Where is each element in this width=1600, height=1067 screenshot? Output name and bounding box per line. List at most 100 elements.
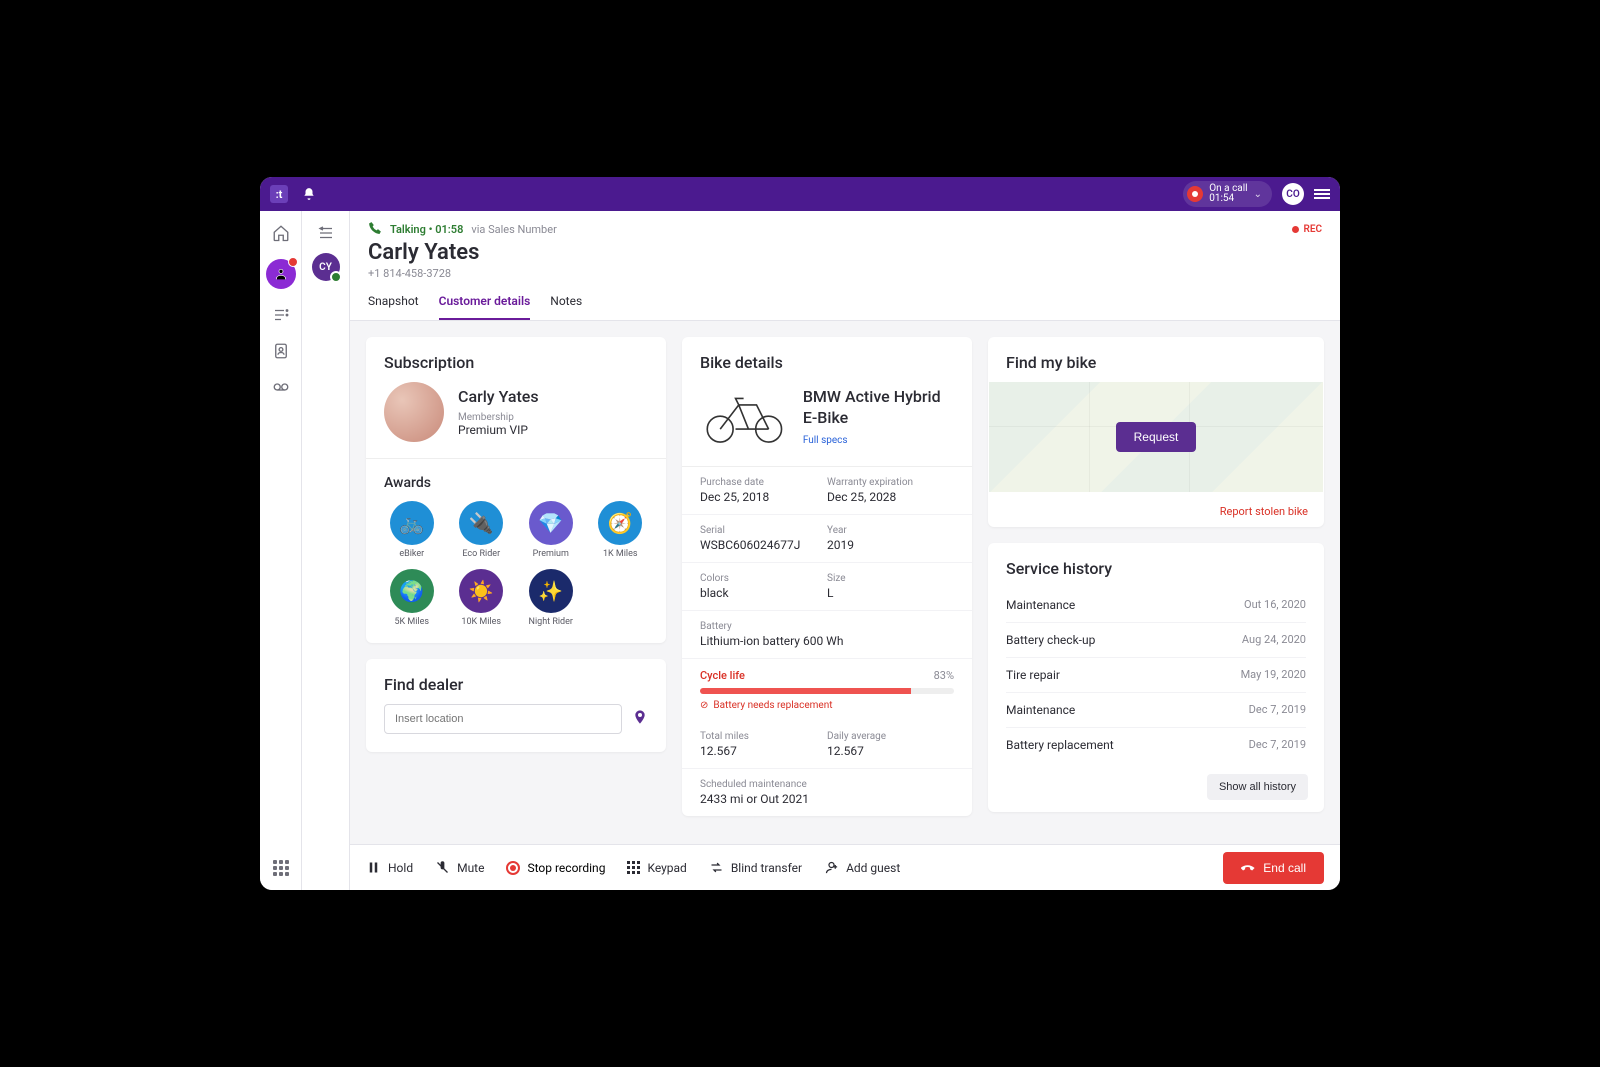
bike-model: BMW Active Hybrid E-Bike — [803, 387, 954, 429]
call-status-chip[interactable]: On a call 01:54 ⌄ — [1183, 181, 1272, 207]
end-call-button[interactable]: End call — [1223, 852, 1324, 884]
thread-contact-avatar[interactable]: CY — [312, 253, 340, 281]
notification-badge — [288, 257, 298, 267]
customer-photo — [384, 382, 444, 442]
total-miles-value: 12.567 — [700, 744, 827, 758]
scheduled-maintenance-label: Scheduled maintenance — [700, 779, 954, 790]
nav-rail — [260, 211, 302, 890]
history-date: Dec 7, 2019 — [1249, 738, 1306, 752]
history-name: Maintenance — [1006, 703, 1075, 717]
award-icon: 🔌 — [459, 501, 503, 545]
request-location-button[interactable]: Request — [1116, 422, 1197, 452]
history-date: Dec 7, 2019 — [1249, 703, 1306, 717]
history-item[interactable]: MaintenanceOut 16, 2020 — [1006, 588, 1306, 623]
cycle-life-percent: 83% — [934, 669, 954, 682]
panel-toggle-icon[interactable] — [1314, 186, 1330, 202]
award-item: 💎Premium — [519, 501, 583, 559]
award-label: eBiker — [399, 549, 424, 559]
size-value: L — [827, 586, 954, 600]
daily-avg-value: 12.567 — [827, 744, 954, 758]
dealer-location-input[interactable] — [384, 704, 622, 734]
tabs: Snapshot Customer details Notes — [368, 294, 1322, 320]
keypad-icon — [627, 861, 640, 874]
award-label: Night Rider — [529, 617, 573, 627]
award-label: 1K Miles — [603, 549, 638, 559]
map-preview: Request — [989, 382, 1323, 492]
blind-transfer-button[interactable]: Blind transfer — [709, 860, 802, 875]
user-avatar[interactable]: CO — [1282, 183, 1304, 205]
call-status-text: Talking — [390, 223, 426, 236]
bike-details-card: Bike details BMW Active Hybrid E-Bike Fu… — [682, 337, 972, 816]
award-icon: ☀️ — [459, 569, 503, 613]
nav-apps-icon[interactable] — [273, 860, 289, 876]
add-guest-button[interactable]: Add guest — [824, 860, 900, 875]
nav-agent-icon[interactable] — [266, 259, 296, 289]
serial-label: Serial — [700, 525, 827, 536]
history-date: Out 16, 2020 — [1244, 598, 1306, 612]
subscription-title: Subscription — [366, 337, 666, 382]
location-pin-icon[interactable] — [632, 709, 648, 729]
app-logo[interactable]: :t — [270, 185, 288, 203]
battery-label: Battery — [700, 621, 954, 632]
membership-label: Membership — [458, 412, 539, 423]
warning-icon: ⊘ — [700, 700, 708, 711]
bike-details-title: Bike details — [682, 337, 972, 382]
total-miles-label: Total miles — [700, 731, 827, 742]
service-history-title: Service history — [988, 543, 1324, 588]
mute-button[interactable]: Mute — [435, 860, 484, 875]
history-item[interactable]: Tire repairMay 19, 2020 — [1006, 658, 1306, 693]
history-item[interactable]: Maintenance Dec 7, 2019 — [1006, 693, 1306, 728]
show-all-history-button[interactable]: Show all history — [1207, 774, 1308, 800]
warranty-label: Warranty expiration — [827, 477, 954, 488]
history-date: Aug 24, 2020 — [1242, 633, 1306, 647]
history-item[interactable]: Battery check-up Aug 24, 2020 — [1006, 623, 1306, 658]
subscription-card: Subscription Carly Yates Membership Prem… — [366, 337, 666, 643]
awards-grid: 🚲eBiker🔌Eco Rider💎Premium🧭1K Miles🌍5K Mi… — [366, 501, 666, 643]
award-label: Eco Rider — [462, 549, 500, 559]
history-item[interactable]: Battery replacementDec 7, 2019 — [1006, 728, 1306, 762]
daily-avg-label: Daily average — [827, 731, 954, 742]
hold-button[interactable]: Hold — [366, 860, 413, 875]
award-icon: ✨ — [529, 569, 573, 613]
call-timer: 01:54 — [1209, 194, 1247, 204]
serial-value: WSBC606024677J — [700, 538, 827, 552]
keypad-button[interactable]: Keypad — [627, 861, 686, 875]
thread-contact-initials: CY — [319, 262, 332, 273]
record-icon — [506, 861, 520, 875]
purchase-date: Dec 25, 2018 — [700, 490, 827, 504]
collapse-icon[interactable] — [316, 223, 336, 243]
award-item: 🌍5K Miles — [380, 569, 444, 627]
tab-notes[interactable]: Notes — [550, 294, 582, 320]
contact-phone: +1 814-458-3728 — [368, 267, 1322, 280]
nav-voicemail-icon[interactable] — [271, 377, 291, 397]
notifications-icon[interactable] — [302, 186, 318, 202]
nav-queue-icon[interactable] — [271, 305, 291, 325]
rec-dot-icon — [1292, 226, 1299, 233]
record-indicator-icon — [1187, 186, 1203, 202]
phone-active-icon — [368, 221, 382, 238]
stop-recording-button[interactable]: Stop recording — [506, 861, 605, 875]
rec-badge: REC — [1292, 224, 1322, 235]
report-stolen-link[interactable]: Report stolen bike — [1220, 505, 1308, 518]
history-name: Battery check-up — [1006, 633, 1095, 647]
full-specs-link[interactable]: Full specs — [803, 435, 848, 446]
award-item: 🔌 Eco Rider — [450, 501, 514, 559]
cycle-life-label: Cycle life — [700, 669, 745, 682]
colors-value: black — [700, 586, 827, 600]
size-label: Size — [827, 573, 954, 584]
call-bar: Hold Mute Stop recording Keypad Blind tr… — [350, 844, 1340, 890]
award-label: 5K Miles — [394, 617, 429, 627]
tab-customer-details[interactable]: Customer details — [439, 294, 531, 320]
chevron-down-icon: ⌄ — [1254, 189, 1262, 200]
nav-home-icon[interactable] — [271, 223, 291, 243]
award-item: ✨ Night Rider — [519, 569, 583, 627]
find-dealer-card: Find dealer — [366, 659, 666, 752]
awards-title: Awards — [366, 459, 666, 501]
nav-contacts-icon[interactable] — [271, 341, 291, 361]
award-icon: 🚲 — [390, 501, 434, 545]
call-via-text: via Sales Number — [471, 223, 556, 236]
service-history-card: Service history MaintenanceOut 16, 2020B… — [988, 543, 1324, 812]
call-duration: 01:58 — [435, 223, 463, 236]
customer-name: Carly Yates — [458, 387, 539, 406]
tab-snapshot[interactable]: Snapshot — [368, 294, 419, 320]
